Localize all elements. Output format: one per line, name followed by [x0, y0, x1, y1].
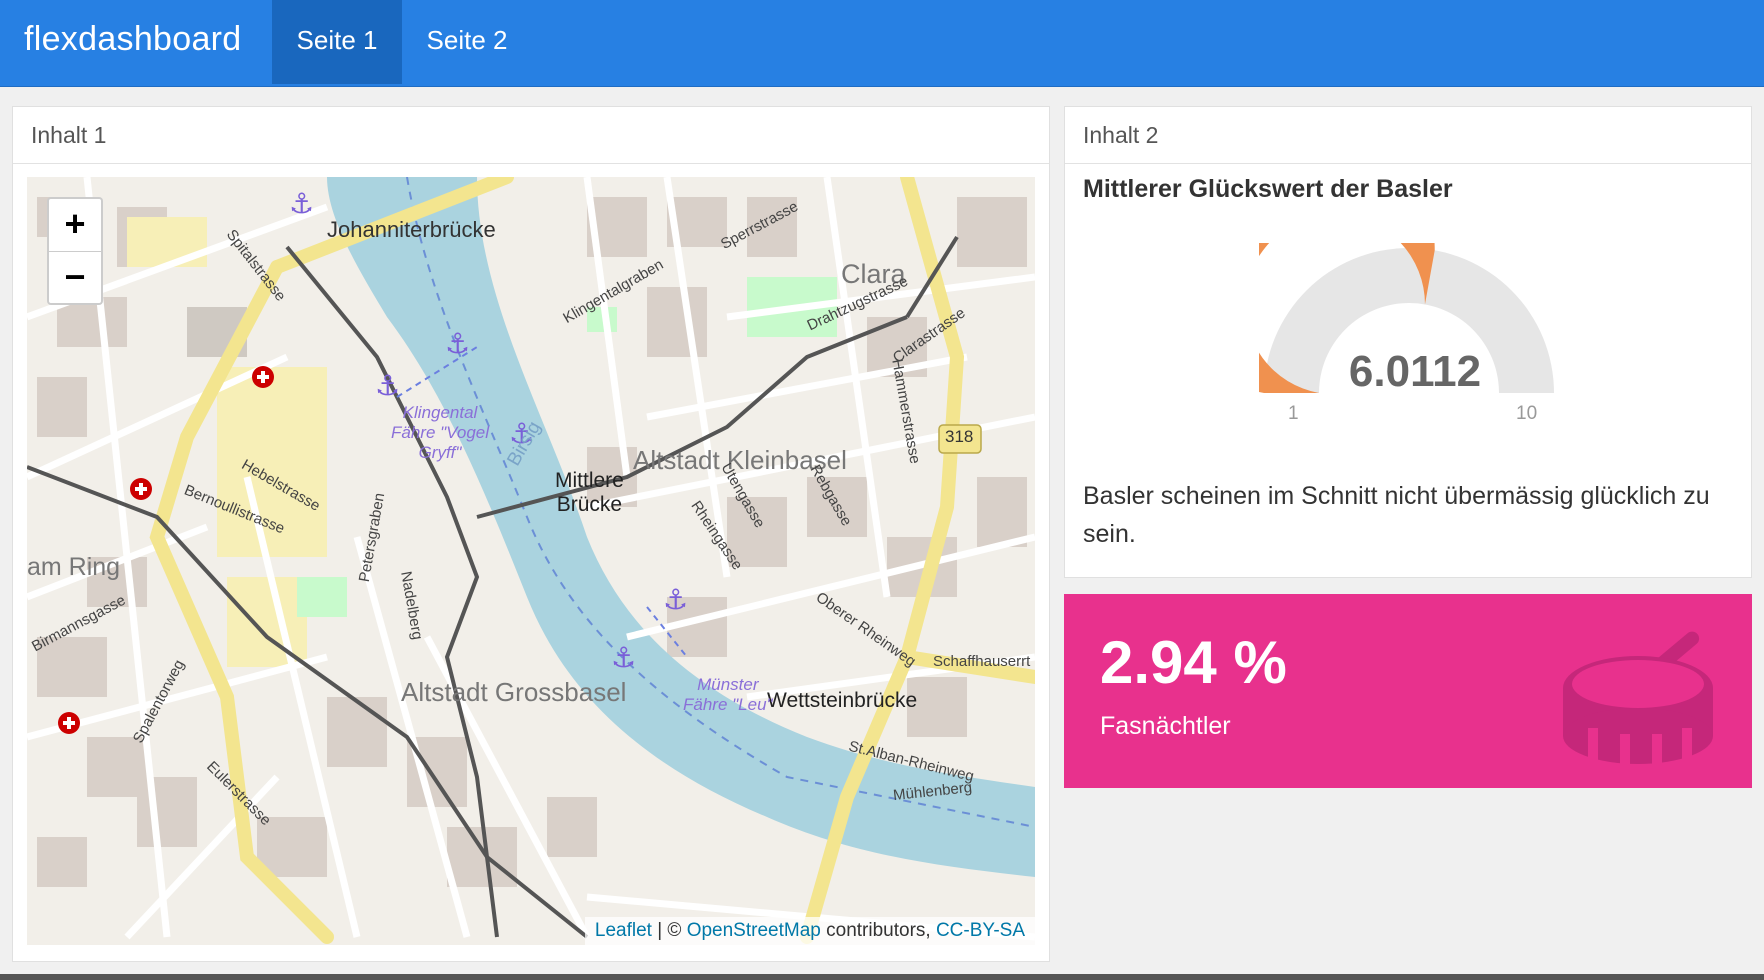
label-schaffhauserr: Schaffhauserrt: [933, 653, 1031, 670]
license-link[interactable]: CC-BY-SA: [936, 920, 1025, 941]
bottom-bar: [0, 974, 1764, 980]
map-attribution: Leaflet | © OpenStreetMap contributors, …: [584, 917, 1035, 945]
zoom-out-button[interactable]: −: [49, 252, 101, 304]
value-box-value: 2.94 %: [1100, 629, 1287, 696]
fasnacht-value-box: 2.94 % Fasnächtler: [1064, 594, 1752, 788]
svg-text:⚓: ⚓: [611, 641, 636, 674]
attribution-sep: | ©: [651, 920, 687, 941]
svg-text:⚓: ⚓: [289, 187, 314, 220]
label-wettsteinbruecke: Wettsteinbrücke: [767, 689, 918, 712]
attribution-contrib: contributors,: [820, 920, 936, 941]
label-klingental-line2: Fähre "Vogel: [391, 423, 490, 442]
leaflet-link[interactable]: Leaflet: [595, 920, 652, 941]
osm-link[interactable]: OpenStreetMap: [687, 920, 821, 941]
route-318-shield: 318: [945, 427, 974, 446]
label-muenster-line2: Fähre "Leu": [683, 695, 773, 714]
map-card-title: Inhalt 1: [13, 107, 1049, 164]
svg-text:⚓: ⚓: [663, 583, 688, 616]
zoom-in-button[interactable]: +: [49, 199, 101, 252]
gauge-description: Basler scheinen im Schnitt nicht übermäs…: [1083, 482, 1710, 548]
label-mittlere: Mittlere: [555, 469, 624, 492]
svg-text:⚓: ⚓: [445, 327, 470, 360]
map[interactable]: ⚓ ⚓ ⚓ ⚓ ⚓ ⚓ Johanniterbrücke Mittlere Brücke…: [27, 177, 1035, 945]
svg-text:⚓: ⚓: [375, 369, 400, 402]
gauge-card: Inhalt 2 Mittlerer Glückswert der Basler…: [1064, 106, 1752, 578]
gauge-min-label: 1: [1288, 403, 1299, 424]
label-mittlere-bruecke: Mittlere Brücke: [555, 469, 624, 517]
brand-title[interactable]: flexdashboard: [24, 20, 242, 59]
map-card: Inhalt 1 ⚓ ⚓ ⚓ ⚓ ⚓ ⚓ Johanniterbrücke Mi…: [12, 106, 1050, 962]
drum-icon: [1563, 631, 1713, 768]
label-muenster-line1: Münster: [697, 675, 759, 694]
gauge-card-title: Inhalt 2: [1065, 107, 1751, 164]
label-johanniterbruecke: Johanniterbrücke: [327, 217, 496, 242]
label-muenster-faehre: Münster Fähre "Leu": [683, 675, 773, 715]
gauge-heading: Mittlerer Glückswert der Basler: [1083, 175, 1453, 203]
tab-seite-2[interactable]: Seite 2: [402, 0, 532, 84]
label-altstadt-grossbasel: Altstadt Grossbasel: [401, 677, 627, 707]
navbar: flexdashboard Seite 1 Seite 2: [0, 0, 1764, 87]
zoom-control: + −: [47, 197, 103, 305]
label-klingental-faehre: Klingental Fähre "Vogel Gryff": [391, 403, 489, 463]
value-box-caption: Fasnächtler: [1100, 712, 1231, 740]
label-klingental-line3: Gryff": [418, 443, 462, 462]
tab-seite-1[interactable]: Seite 1: [272, 0, 402, 84]
label-bruecke: Brücke: [556, 493, 623, 516]
gauge-value: 6.0112: [1348, 347, 1482, 396]
gauge-max-label: 10: [1516, 403, 1538, 424]
label-am-ring: am Ring: [27, 553, 121, 581]
label-klingental-line1: Klingental: [402, 403, 478, 422]
